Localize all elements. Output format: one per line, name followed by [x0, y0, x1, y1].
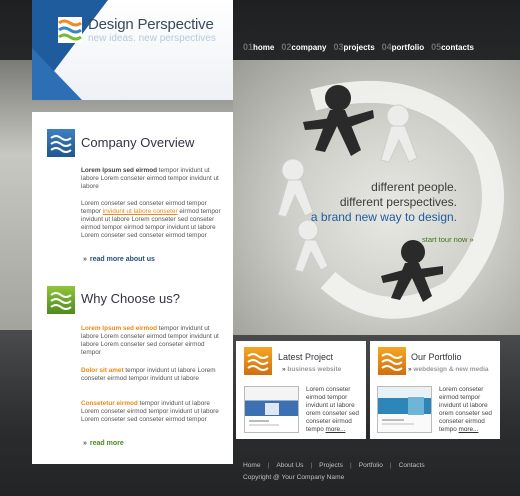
overview-paragraph-2: Lorem conseter sed conseter eirmod tempo… [81, 200, 221, 240]
site-tagline: new ideas. new perspectives [88, 33, 216, 44]
footer-nav: Home | About Us | Projects | Portfolio |… [243, 462, 425, 469]
nav-item-portfolio[interactable]: 04 portfolio [382, 42, 424, 52]
main-nav: 01 home 02 company 03 projects 04 portfo… [243, 42, 481, 52]
overview-inline-link[interactable]: invidunt ut labore conseter [103, 208, 178, 215]
nav-label: home [253, 43, 275, 52]
nav-item-projects[interactable]: 03 projects [334, 42, 375, 52]
footer-separator: | [267, 462, 270, 469]
footer-link-contacts[interactable]: Contacts [399, 462, 425, 469]
overview-waves-icon [47, 129, 75, 157]
nav-label: company [291, 43, 327, 52]
double-chevron-icon: » [83, 256, 87, 263]
nav-number: 04 [381, 42, 392, 52]
why-item-1: Lorem Ipsum sed eirmod tempor invidunt u… [81, 325, 221, 357]
read-more-about-us-link[interactable]: » read more about us [83, 256, 155, 263]
nav-number: 03 [333, 42, 344, 52]
portfolio-box: Our Portfolio » webdesign & new media Lo… [370, 341, 500, 439]
why-item-head: Lorem Ipsum sed eirmod [81, 325, 157, 332]
read-more-link[interactable]: » read more [83, 440, 124, 447]
nav-number: 02 [281, 42, 292, 52]
site-title[interactable]: Design Perspective [88, 16, 214, 33]
portfolio-waves-icon [378, 347, 406, 375]
double-chevron-icon: » [83, 440, 87, 447]
nav-item-home[interactable]: 01 home [243, 42, 274, 52]
hero-line-1: different people. [371, 180, 457, 194]
nav-number: 01 [243, 42, 254, 52]
footer-link-portfolio[interactable]: Portfolio [359, 462, 383, 469]
latest-project-title: Latest Project [278, 352, 334, 362]
footer-link-about-us[interactable]: About Us [276, 462, 303, 469]
read-more-label: read more [89, 440, 124, 447]
nav-item-company[interactable]: 02 company [281, 42, 326, 52]
why-heading: Why Choose us? [81, 291, 180, 306]
start-tour-link[interactable]: start tour now » [422, 235, 474, 244]
portfolio-subtitle: » webdesign & new media [408, 366, 489, 373]
nav-label: contacts [441, 43, 475, 52]
portfolio-thumbnail[interactable] [377, 386, 432, 433]
nav-label: projects [343, 43, 375, 52]
overview-heading: Company Overview [81, 135, 195, 150]
latest-project-text: Lorem conseter eirmod tempor invidunt ut… [306, 386, 368, 434]
overview-paragraph-1: Lorem Ipsum sed eirmod tempor invidunt u… [81, 167, 221, 191]
portfolio-title: Our Portfolio [411, 352, 462, 362]
nav-item-contacts[interactable]: 05 contacts [431, 42, 474, 52]
latest-project-thumbnail[interactable] [244, 386, 299, 433]
hero-line-3: a brand new way to design. [310, 210, 457, 224]
nav-number: 05 [431, 42, 442, 52]
footer-separator: | [389, 462, 392, 469]
footer-link-home[interactable]: Home [243, 462, 261, 469]
footer-separator: | [349, 462, 352, 469]
why-item-head: Dolor sit amet [81, 367, 124, 374]
why-item-2: Dolor sit amet tempor invidunt ut labore… [81, 367, 221, 383]
portfolio-more-link[interactable]: more... [459, 426, 479, 433]
overview-lead: Lorem Ipsum sed eirmod [81, 167, 157, 174]
copyright: Copyright @ Your Company Name [243, 474, 345, 481]
portfolio-subtitle-text: webdesign & new media [413, 366, 489, 373]
portfolio-text: Lorem conseter eirmod tempor invidunt ut… [439, 386, 501, 434]
latest-project-subtitle: » business website [282, 366, 342, 373]
latest-project-subtitle-text: business website [287, 366, 342, 373]
read-more-label: read more about us [89, 256, 155, 263]
latest-project-more-link[interactable]: more... [326, 426, 346, 433]
why-waves-icon [47, 286, 75, 314]
footer-link-projects[interactable]: Projects [319, 462, 343, 469]
hero-line-2: different perspectives. [339, 195, 457, 209]
double-chevron-icon: » [469, 235, 474, 244]
footer-separator: | [310, 462, 313, 469]
latest-project-waves-icon [244, 347, 272, 375]
nav-label: portfolio [391, 43, 425, 52]
hero-slogan: different people. different perspectives… [311, 180, 457, 225]
logo-waves-icon[interactable] [58, 17, 82, 43]
why-item-3: Consetetur eirmod tempor invidunt ut lab… [81, 400, 221, 424]
latest-project-box: Latest Project » business website Lorem … [236, 341, 366, 439]
logo-fold-decoration-lower [32, 48, 82, 100]
why-item-head: Consetetur eirmod [81, 400, 138, 407]
start-tour-label: start tour now [422, 235, 468, 244]
